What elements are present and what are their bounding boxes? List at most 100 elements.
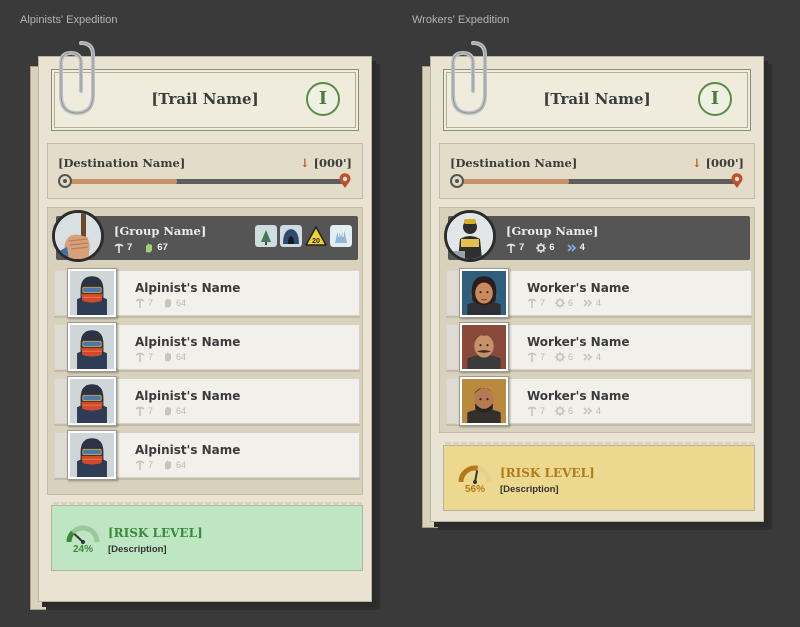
engineering-stat: 6 xyxy=(536,242,555,253)
alpinist-portrait-icon xyxy=(70,433,114,477)
member-row-2[interactable]: Worker's Name 7 6 4 xyxy=(446,322,752,372)
pickaxe-icon xyxy=(527,352,537,362)
member-stats: 7 64 xyxy=(135,298,186,308)
tier-badge: I xyxy=(306,82,340,116)
pickaxe-icon xyxy=(527,406,537,416)
stamina-hand-icon xyxy=(163,460,173,470)
stamina-stat-value: 64 xyxy=(176,298,187,308)
worker-figure-icon xyxy=(447,213,493,259)
gear-icon xyxy=(536,243,546,253)
risk-panel-edge xyxy=(444,442,754,450)
destination-pin-icon xyxy=(730,173,744,189)
stamina-stat: 64 xyxy=(163,298,186,308)
stamina-stat: 67 xyxy=(144,242,168,253)
workers-expedition-card[interactable]: [Trail Name] I [Destination Name] ↓ [000'… xyxy=(430,56,764,522)
risk-description: [Description] xyxy=(500,484,559,495)
climb-stat-value: 7 xyxy=(148,352,154,362)
start-point-icon xyxy=(58,174,72,188)
risk-percent: 56% xyxy=(464,484,485,495)
stamina-stat-value: 64 xyxy=(176,406,187,416)
pickaxe-icon xyxy=(506,243,516,253)
engineering-stat: 6 xyxy=(555,352,573,362)
member-name: Worker's Name xyxy=(527,281,630,295)
alpinist-hand-icon xyxy=(55,213,101,259)
group-bar[interactable]: [Group Name] 7 67 20 xyxy=(52,210,358,262)
climb-stat-value: 7 xyxy=(148,298,154,308)
climb-stat: 7 xyxy=(135,460,153,470)
stamina-stat-value: 64 xyxy=(176,460,187,470)
member-row-1[interactable]: Alpinist's Name 7 64 xyxy=(54,268,360,318)
member-stats: 7 6 4 xyxy=(527,352,601,362)
gear-icon xyxy=(555,406,565,416)
group-portrait xyxy=(444,210,496,262)
destination-panel: [Destination Name] ↓ [000'] xyxy=(439,143,755,199)
destination-name: [Destination Name] xyxy=(58,156,186,170)
hazard-badge-icon[interactable]: 20 xyxy=(305,225,327,247)
trail-progress-fill xyxy=(64,179,177,184)
group-area: [Group Name] 7 67 20 Alpinist's Name 7 6… xyxy=(47,207,363,495)
member-name: Alpinist's Name xyxy=(135,335,241,349)
risk-panel-edge xyxy=(52,502,362,510)
speed-stat-value: 4 xyxy=(596,352,602,362)
alpinist-portrait-icon xyxy=(70,271,114,315)
member-row-2[interactable]: Alpinist's Name 7 64 xyxy=(54,322,360,372)
frame-label-workers: Wrokers' Expedition xyxy=(412,14,510,26)
altitude-value: [000'] xyxy=(313,156,352,170)
member-name: Worker's Name xyxy=(527,335,630,349)
climb-stat-value: 7 xyxy=(540,352,546,362)
climb-stat-value: 7 xyxy=(519,242,525,253)
member-row-3[interactable]: Alpinist's Name 7 64 xyxy=(54,376,360,426)
member-portrait xyxy=(67,430,117,480)
paperclip-icon xyxy=(53,39,97,119)
risk-gauge-icon xyxy=(458,465,492,484)
group-stats: 7 67 xyxy=(114,242,168,253)
climb-stat-value: 7 xyxy=(540,406,546,416)
speed-stat-value: 4 xyxy=(596,406,602,416)
member-row-3[interactable]: Worker's Name 7 6 4 xyxy=(446,376,752,426)
ice-badge-icon[interactable] xyxy=(330,225,352,247)
group-bar[interactable]: [Group Name] 7 6 4 xyxy=(444,210,750,262)
member-stats: 7 64 xyxy=(135,406,186,416)
member-portrait xyxy=(67,376,117,426)
member-name: Alpinist's Name xyxy=(135,389,241,403)
group-stats: 7 6 4 xyxy=(506,242,585,253)
frame-label-alpinists: Alpinists' Expedition xyxy=(20,14,118,26)
speed-stat: 4 xyxy=(567,242,585,253)
risk-description: [Description] xyxy=(108,544,167,555)
worker-portrait-icon xyxy=(462,271,506,315)
trail-header: [Trail Name] I xyxy=(443,69,751,131)
destination-name: [Destination Name] xyxy=(450,156,578,170)
speed-chevrons-icon xyxy=(583,352,593,362)
pickaxe-icon xyxy=(135,352,145,362)
climb-stat: 7 xyxy=(527,406,545,416)
member-stats: 7 6 4 xyxy=(527,298,601,308)
member-row-1[interactable]: Worker's Name 7 6 4 xyxy=(446,268,752,318)
group-badges: 20 xyxy=(255,225,352,247)
forest-badge-icon[interactable] xyxy=(255,225,277,247)
speed-chevrons-icon xyxy=(583,406,593,416)
trail-progress-track xyxy=(450,179,738,188)
stamina-hand-icon xyxy=(144,243,154,253)
member-row-4[interactable]: Alpinist's Name 7 64 xyxy=(54,430,360,480)
stamina-stat: 64 xyxy=(163,352,186,362)
destination-altitude: ↓ [000'] xyxy=(692,156,744,170)
worker-portrait-icon xyxy=(462,325,506,369)
descent-arrow-icon: ↓ xyxy=(691,156,702,170)
stamina-hand-icon xyxy=(163,352,173,362)
descent-arrow-icon: ↓ xyxy=(299,156,310,170)
trail-progress-track xyxy=(58,179,346,188)
trail-progress-fill xyxy=(456,179,569,184)
cave-badge-icon[interactable] xyxy=(280,225,302,247)
climb-stat: 7 xyxy=(527,298,545,308)
climb-stat-value: 7 xyxy=(540,298,546,308)
group-portrait xyxy=(52,210,104,262)
altitude-value: [000'] xyxy=(705,156,744,170)
member-portrait xyxy=(67,268,117,318)
climb-stat-value: 7 xyxy=(148,460,154,470)
pickaxe-icon xyxy=(135,298,145,308)
climb-stat: 7 xyxy=(135,298,153,308)
alpinists-expedition-card[interactable]: [Trail Name] I [Destination Name] ↓ [000'… xyxy=(38,56,372,602)
risk-level-title: [RISK LEVEL] xyxy=(108,526,203,540)
member-name: Alpinist's Name xyxy=(135,281,241,295)
destination-pin-icon xyxy=(338,173,352,189)
